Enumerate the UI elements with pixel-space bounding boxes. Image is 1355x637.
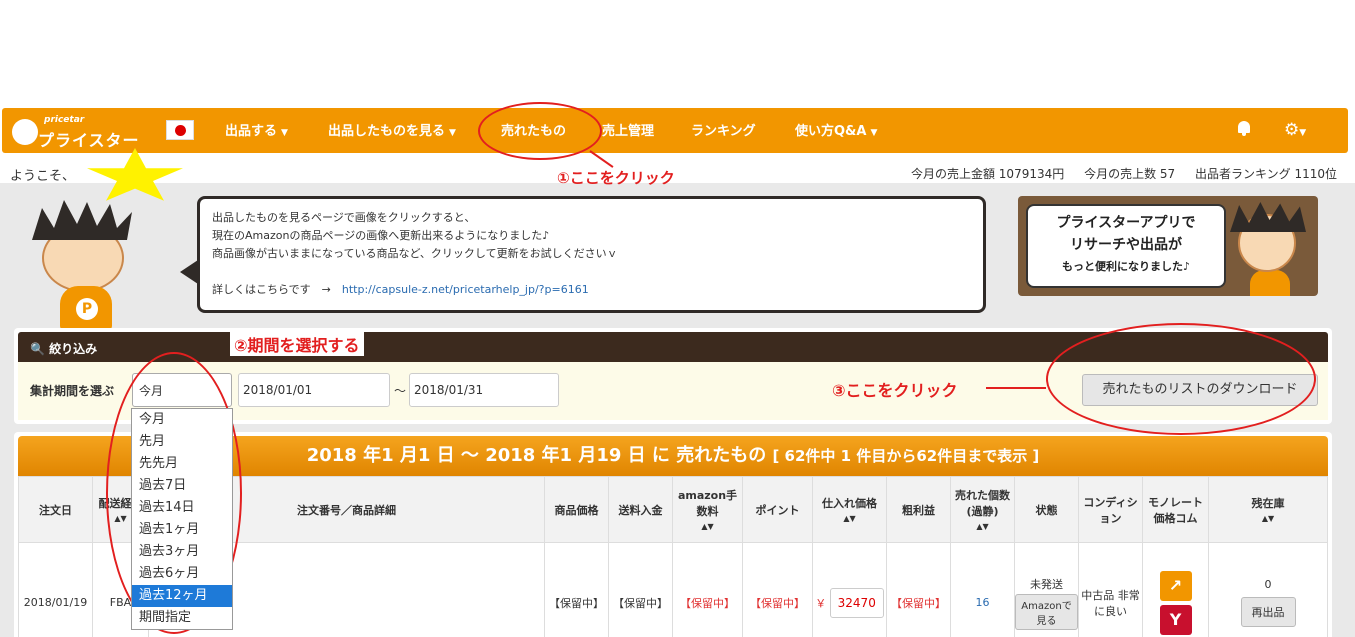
annotation-pointer: [986, 387, 1046, 389]
logo-small-text: pricetar: [44, 115, 85, 125]
search-icon: 🔍: [30, 342, 45, 356]
period-option[interactable]: 期間指定: [132, 607, 232, 629]
col-condition[interactable]: コンディション: [1078, 476, 1143, 543]
pricetar-logo[interactable]: pricetar プライスター: [8, 113, 158, 150]
annotation-step2: ②期間を選択する: [230, 332, 364, 356]
banner-line: リサーチや出品が: [1070, 237, 1182, 253]
logo-mascot-icon: [12, 119, 38, 145]
col-stock[interactable]: 残在庫 ▲▼: [1208, 476, 1328, 543]
col-amazon-fee[interactable]: amazon手数料 ▲▼: [672, 476, 743, 543]
notice-line: 商品画像が古いままになっている商品など、クリックして更新をお試しくださいｖ: [212, 247, 618, 260]
cell-cost: ￥ 32470: [812, 542, 887, 637]
col-profit[interactable]: 粗利益: [886, 476, 951, 543]
chevron-down-icon: ▼: [281, 128, 288, 138]
welcome-text: ようこそ、: [10, 169, 76, 184]
col-sold-count[interactable]: 売れた個数(過静) ▲▼: [950, 476, 1015, 543]
cell-sold[interactable]: 16: [950, 542, 1015, 637]
relist-button[interactable]: 再出品: [1240, 597, 1296, 627]
annotation-ellipse-download: [1046, 323, 1316, 435]
period-dropdown-list: 今月 先月 先先月 過去7日 過去14日 過去1ヶ月 過去3ヶ月 過去6ヶ月 過…: [131, 408, 233, 630]
banner-text-card: プライスターアプリで リサーチや出品が もっと便利になりました♪: [1026, 204, 1226, 288]
japan-flag-icon[interactable]: [166, 120, 194, 140]
monthly-sales-count: 今月の売上数 57: [1084, 167, 1176, 181]
nav-sales-management[interactable]: 売上管理: [602, 120, 654, 139]
period-option[interactable]: 過去14日: [132, 497, 232, 519]
notice-help-link[interactable]: http://capsule-z.net/pricetarhelp_jp/?p=…: [342, 283, 589, 296]
logo-text: プライスター: [38, 131, 140, 150]
period-option[interactable]: 今月: [132, 409, 232, 431]
yahoo-icon[interactable]: Y: [1159, 604, 1192, 635]
page: { "navbar": { "logo_small": "pricetar", …: [0, 0, 1355, 637]
monthly-sales-amount: 今月の売上金額 1079134円: [910, 167, 1065, 181]
nav-view-listings[interactable]: 出品したものを見る ▼: [328, 120, 456, 139]
period-option[interactable]: 先先月: [132, 453, 232, 475]
view-on-amazon-button[interactable]: Amazonで見る: [1015, 593, 1078, 630]
col-order-date[interactable]: 注文日: [18, 476, 93, 543]
bell-icon[interactable]: [1236, 118, 1252, 140]
notice-line: 現在のAmazonの商品ページの画像へ更新出来るようになりました♪: [212, 229, 550, 242]
cell-stock: 0 再出品: [1208, 542, 1328, 637]
col-status[interactable]: 状態: [1014, 476, 1079, 543]
sales-stats: 今月の売上金額 1079134円 今月の売上数 57 出品者ランキング 1110…: [895, 165, 1337, 182]
cell-status: 未発送 Amazonで見る: [1014, 542, 1079, 637]
period-option-selected[interactable]: 過去12ヶ月: [132, 585, 232, 607]
mascot-illustration: P: [26, 200, 156, 330]
nav-ranking[interactable]: ランキング: [691, 120, 756, 139]
monorate-icon[interactable]: ↗: [1159, 570, 1192, 601]
banner-line: もっと便利になりました♪: [1061, 260, 1191, 273]
period-option[interactable]: 過去6ヶ月: [132, 563, 232, 585]
filter-title: 🔍 絞り込み: [30, 342, 98, 356]
cell-point: 【保留中】: [742, 542, 813, 637]
speech-bubble-tail: [180, 260, 198, 284]
period-option[interactable]: 先月: [132, 431, 232, 453]
period-option[interactable]: 過去1ヶ月: [132, 519, 232, 541]
col-point[interactable]: ポイント: [742, 476, 813, 543]
app-promo-banner[interactable]: プライスターアプリで リサーチや出品が もっと便利になりました♪: [1018, 196, 1318, 296]
cell-date: 2018/01/19: [18, 542, 93, 637]
cell-mono-rate: ↗ Y: [1142, 542, 1209, 637]
period-option[interactable]: 過去7日: [132, 475, 232, 497]
cell-condition: 中古品 非常に良い: [1078, 542, 1143, 637]
col-cost[interactable]: 仕入れ価格 ▲▼: [812, 476, 887, 543]
nav-help-qa[interactable]: 使い方Q&A ▼: [795, 120, 877, 139]
cell-price: 【保留中】: [544, 542, 609, 637]
cell-shipping: 【保留中】: [608, 542, 673, 637]
seller-ranking: 出品者ランキング 1110位: [1195, 167, 1337, 181]
gear-icon[interactable]: ⚙▼: [1284, 120, 1316, 140]
chevron-down-icon: ▼: [449, 128, 456, 138]
period-option[interactable]: 過去3ヶ月: [132, 541, 232, 563]
date-to-input[interactable]: 2018/01/31: [409, 373, 559, 407]
notice-line: 出品したものを見るページで画像をクリックすると、: [212, 211, 476, 224]
period-label: 集計期間を選ぶ: [30, 384, 115, 398]
annotation-step3: ③ここをクリック: [832, 381, 958, 400]
cost-input[interactable]: 32470: [829, 587, 884, 618]
date-range-separator: 〜: [394, 384, 407, 398]
col-shipping[interactable]: 送料入金: [608, 476, 673, 543]
chevron-down-icon: ▼: [870, 128, 878, 138]
nav-listing[interactable]: 出品する ▼: [225, 120, 288, 139]
notice-detail-label: 詳しくはこちらです →: [212, 283, 331, 296]
date-from-input[interactable]: 2018/01/01: [238, 373, 390, 407]
banner-line: プライスターアプリで: [1056, 215, 1196, 231]
col-mono-rate[interactable]: モノレート価格コム: [1142, 476, 1209, 543]
notice-bubble: 出品したものを見るページで画像をクリックすると、 現在のAmazonの商品ページ…: [197, 196, 986, 313]
cell-profit: 【保留中】: [886, 542, 951, 637]
top-navbar: pricetar プライスター 出品する ▼ 出品したものを見る ▼ 売れたもの 売…: [2, 108, 1348, 153]
annotation-step1: ①ここをクリック: [557, 169, 675, 187]
cell-fee: 【保留中】: [672, 542, 743, 637]
annotation-ellipse-nav: [478, 102, 602, 160]
col-price[interactable]: 商品価格: [544, 476, 609, 543]
